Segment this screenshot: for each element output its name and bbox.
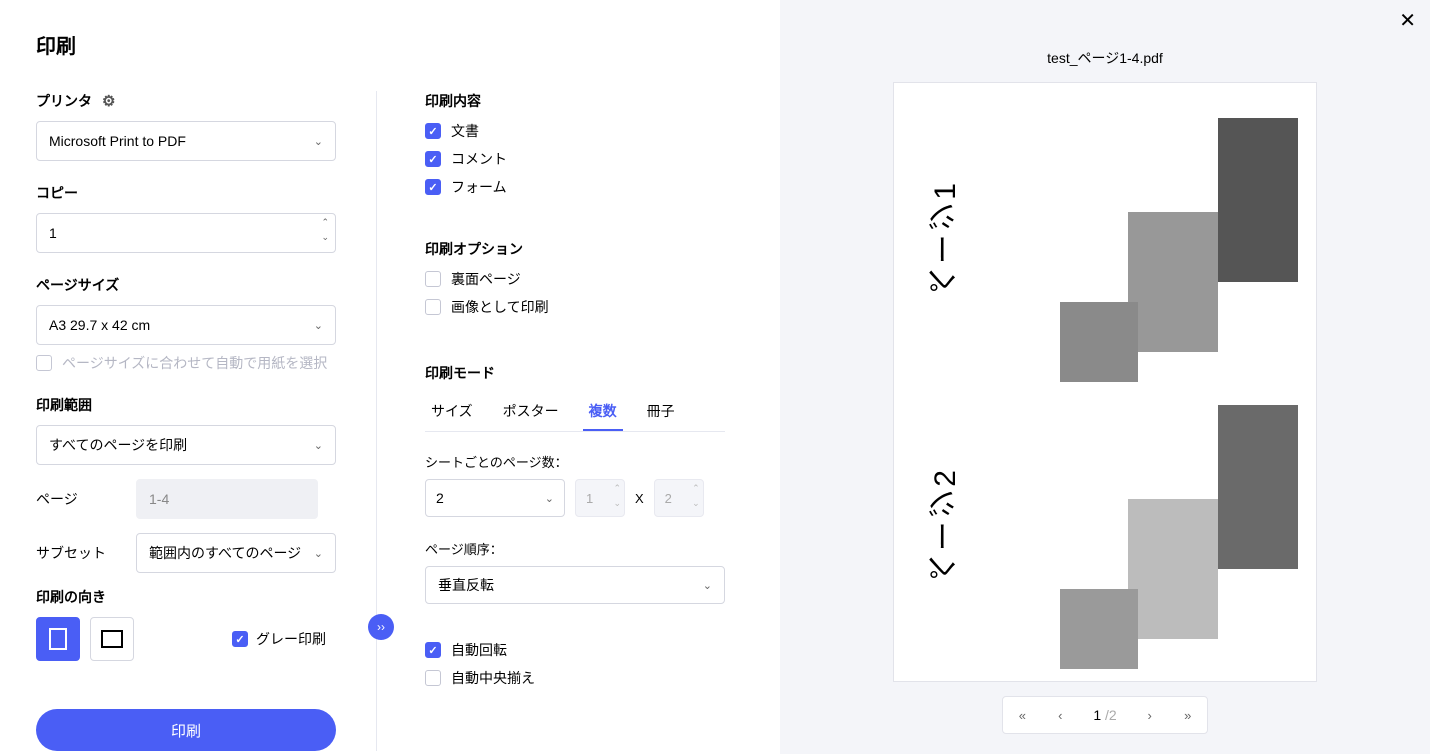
x-separator: X [635,491,644,506]
tab-poster[interactable]: ポスター [497,393,565,431]
gear-icon[interactable]: ⚙ [102,92,115,110]
pages-input[interactable]: 1-4 [136,479,318,519]
printer-select[interactable]: Microsoft Print to PDF⌄ [36,121,336,161]
page-size-select[interactable]: A3 29.7 x 42 cm⌄ [36,305,336,345]
orientation-landscape-button[interactable] [90,617,134,661]
print-button[interactable]: 印刷 [36,709,336,751]
chevron-down-icon: ⌄ [314,547,323,560]
tab-multiple[interactable]: 複数 [583,393,623,431]
print-preview: ページ1 ページ2 [893,82,1317,682]
pages-per-sheet-select[interactable]: 2⌄ [425,479,565,517]
auto-fit-label: ページサイズに合わせて自動で用紙を選択 [62,353,327,373]
pager-first-button[interactable]: « [1003,697,1041,733]
printer-label: プリンタ [36,91,92,111]
chevron-down-icon: ⌄ [703,579,712,592]
subset-label: サブセット [36,543,108,563]
chevron-down-icon: ⌄ [314,135,323,148]
auto-center-checkbox[interactable] [425,670,441,686]
tab-size[interactable]: サイズ [425,393,479,431]
grayscale-label: グレー印刷 [256,629,326,649]
subset-select[interactable]: 範囲内のすべてのページ⌄ [136,533,336,573]
copies-input[interactable]: 1⌃⌄ [36,213,336,253]
close-icon[interactable]: ✕ [1399,8,1416,33]
dialog-title: 印刷 [36,30,780,59]
collapse-panel-button[interactable]: ›› [368,614,394,640]
page-size-label: ページサイズ [36,275,340,295]
content-label: 印刷内容 [425,91,736,111]
auto-fit-checkbox[interactable] [36,355,52,371]
chevron-down-icon: ⌄ [545,492,554,505]
page-order-select[interactable]: 垂直反転⌄ [425,566,725,604]
preview-page-2-text: ページ2 [924,468,968,583]
pages-per-sheet-label: シートごとのページ数： [425,452,736,471]
print-as-image-checkbox[interactable] [425,299,441,315]
copies-label: コピー [36,183,340,203]
pages-label: ページ [36,489,108,509]
grayscale-checkbox[interactable] [232,631,248,647]
pager-last-button[interactable]: » [1169,697,1207,733]
range-label: 印刷範囲 [36,395,340,415]
pager-current: 1 [1093,707,1101,723]
pager-prev-button[interactable]: ‹ [1041,697,1079,733]
orientation-label: 印刷の向き [36,587,340,607]
orientation-portrait-button[interactable] [36,617,80,661]
chevron-down-icon: ⌄ [314,439,323,452]
reverse-pages-checkbox[interactable] [425,271,441,287]
range-select[interactable]: すべてのページを印刷⌄ [36,425,336,465]
rows-input: 1⌃⌄ [575,479,625,517]
pager-total: 2 [1109,707,1117,723]
pager-next-button[interactable]: › [1131,697,1169,733]
chevron-down-icon: ⌄ [314,319,323,332]
preview-filename: test_ページ1-4.pdf [1047,48,1163,68]
preview-page-1-text: ページ1 [924,181,968,296]
options-label: 印刷オプション [425,239,736,259]
content-document-checkbox[interactable] [425,123,441,139]
cols-input: 2⌃⌄ [654,479,704,517]
content-comments-checkbox[interactable] [425,151,441,167]
auto-rotate-checkbox[interactable] [425,642,441,658]
content-forms-checkbox[interactable] [425,179,441,195]
mode-label: 印刷モード [425,363,736,383]
tab-booklet[interactable]: 冊子 [641,393,681,431]
page-order-label: ページ順序： [425,539,736,558]
preview-pager: « ‹ 1 /2 › » [1002,696,1207,734]
